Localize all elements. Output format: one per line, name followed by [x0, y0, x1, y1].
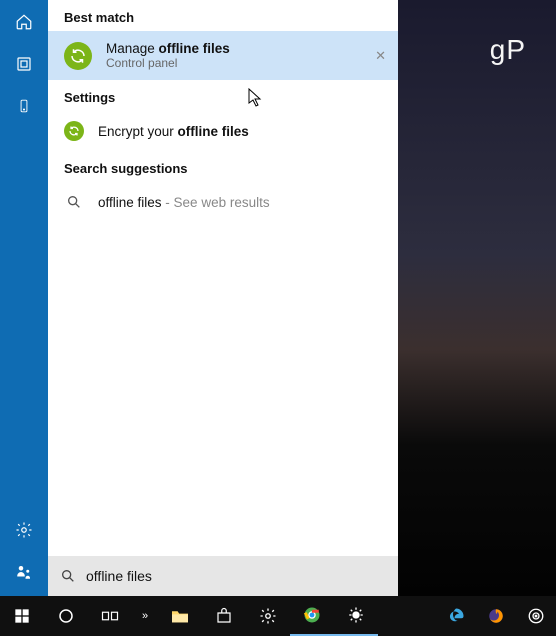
section-header-settings: Settings	[48, 80, 398, 111]
search-category-rail	[0, 0, 48, 596]
cortana-button[interactable]	[44, 596, 88, 636]
result-best-match[interactable]: Manage offline files Control panel ✕	[48, 31, 398, 80]
search-input[interactable]	[86, 568, 386, 584]
result-text: offline files - See web results	[98, 195, 270, 210]
brightness-button[interactable]	[334, 596, 378, 636]
result-text: Encrypt your offline files	[98, 124, 249, 139]
result-title: Encrypt your offline files	[98, 124, 249, 139]
start-button[interactable]	[0, 596, 44, 636]
result-text: Manage offline files Control panel	[106, 41, 230, 70]
overflow-chevrons-icon[interactable]: »	[132, 596, 158, 636]
close-icon[interactable]: ✕	[375, 48, 386, 64]
firefox-button[interactable]	[476, 596, 516, 636]
file-explorer-button[interactable]	[158, 596, 202, 636]
home-icon[interactable]	[14, 12, 34, 32]
section-header-best-match: Best match	[48, 0, 398, 31]
result-settings-item[interactable]: Encrypt your offline files	[48, 111, 398, 151]
apps-icon[interactable]	[14, 54, 34, 74]
taskbar[interactable]: »	[0, 596, 556, 636]
settings-gear-icon[interactable]	[14, 520, 34, 540]
search-input-row[interactable]	[48, 556, 398, 596]
watermark: gP	[490, 34, 526, 66]
section-header-suggestions: Search suggestions	[48, 151, 398, 182]
edge-button[interactable]	[436, 596, 476, 636]
result-subtitle: Control panel	[106, 56, 230, 70]
taskview-button[interactable]	[88, 596, 132, 636]
sync-icon	[64, 121, 84, 141]
chrome-button[interactable]	[290, 596, 334, 636]
settings-button[interactable]	[246, 596, 290, 636]
search-icon	[64, 192, 84, 212]
result-web-suggestion[interactable]: offline files - See web results	[48, 182, 398, 222]
start-search-panel: Best match Manage offline files Control …	[0, 0, 398, 596]
feedback-icon[interactable]	[14, 562, 34, 582]
target-app-button[interactable]	[516, 596, 556, 636]
suggestion-text: offline files - See web results	[98, 195, 270, 210]
store-button[interactable]	[202, 596, 246, 636]
sync-icon	[64, 42, 92, 70]
result-title: Manage offline files	[106, 41, 230, 56]
documents-icon[interactable]	[14, 96, 34, 116]
search-icon	[60, 568, 76, 584]
search-results-pane: Best match Manage offline files Control …	[48, 0, 398, 596]
